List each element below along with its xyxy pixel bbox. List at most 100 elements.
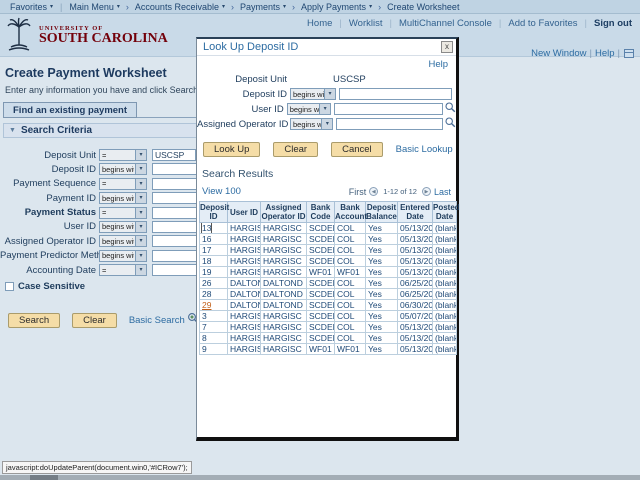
- result-cell[interactable]: DALTOND: [227, 288, 261, 300]
- result-cell[interactable]: WF01: [306, 343, 335, 355]
- result-cell[interactable]: HARGISC: [227, 310, 261, 322]
- result-cell[interactable]: 05/13/2015: [397, 255, 433, 267]
- result-cell[interactable]: WF01: [306, 266, 335, 278]
- result-cell[interactable]: SCDEP: [306, 321, 335, 333]
- basic-search-link[interactable]: Basic Search: [129, 315, 185, 326]
- result-cell[interactable]: HARGISC: [260, 244, 307, 256]
- result-cell[interactable]: Yes: [365, 310, 398, 322]
- result-cell[interactable]: 05/13/2015: [397, 321, 433, 333]
- dropdown-arrow-icon[interactable]: ▾: [135, 207, 146, 218]
- result-cell[interactable]: (blank): [432, 222, 457, 234]
- lookup-magnifier-icon[interactable]: [445, 115, 456, 133]
- dropdown-arrow-icon[interactable]: ▾: [135, 178, 146, 189]
- operator-select[interactable]: begins with▾: [99, 235, 147, 248]
- result-cell[interactable]: Yes: [365, 321, 398, 333]
- breadcrumb-item-apply-payments[interactable]: Apply Payments ▾: [301, 2, 372, 12]
- operator-select[interactable]: = ▾: [99, 149, 147, 161]
- help-link[interactable]: Help: [595, 48, 615, 59]
- breadcrumb-item-accounts-receivable[interactable]: Accounts Receivable ▾: [135, 2, 225, 12]
- deposit-id-link[interactable]: 29: [202, 301, 211, 310]
- result-cell[interactable]: 05/13/2015: [397, 233, 433, 245]
- deposit-id-link[interactable]: 18: [202, 257, 211, 266]
- result-cell[interactable]: HARGISC: [227, 222, 261, 234]
- result-cell[interactable]: Yes: [365, 332, 398, 344]
- result-cell[interactable]: Yes: [365, 288, 398, 300]
- breadcrumb-item-main-menu[interactable]: Main Menu ▾: [69, 2, 120, 12]
- result-cell[interactable]: SCDEP: [306, 277, 335, 289]
- deposit-id-link[interactable]: 7: [202, 323, 207, 332]
- result-cell[interactable]: (blank): [432, 244, 457, 256]
- result-cell[interactable]: 05/13/2015: [397, 343, 433, 355]
- deposit-id-link[interactable]: 8: [202, 334, 207, 343]
- result-cell[interactable]: (blank): [432, 255, 457, 267]
- deposit-id-link[interactable]: 26: [202, 279, 211, 288]
- result-cell[interactable]: Yes: [365, 277, 398, 289]
- dropdown-arrow-icon[interactable]: ▾: [135, 193, 146, 204]
- result-cell[interactable]: HARGISC: [260, 332, 307, 344]
- result-cell[interactable]: HARGISC: [260, 222, 307, 234]
- result-cell[interactable]: (blank): [432, 233, 457, 245]
- result-cell[interactable]: HARGISC: [227, 321, 261, 333]
- result-cell[interactable]: SCDEP: [306, 310, 335, 322]
- result-cell[interactable]: DALTOND: [227, 299, 261, 311]
- result-cell[interactable]: COL: [334, 222, 366, 234]
- header-link-worklist[interactable]: Worklist: [349, 18, 383, 29]
- dropdown-arrow-icon[interactable]: ▾: [135, 236, 146, 247]
- deposit-id-link[interactable]: 19: [202, 268, 211, 277]
- result-cell[interactable]: COL: [334, 310, 366, 322]
- dropdown-arrow-icon[interactable]: ▾: [324, 89, 335, 99]
- result-cell[interactable]: Yes: [365, 343, 398, 355]
- header-link-add-to-favorites[interactable]: Add to Favorites: [508, 18, 577, 29]
- result-cell[interactable]: COL: [334, 244, 366, 256]
- result-cell[interactable]: 06/25/2015: [397, 288, 433, 300]
- field-input[interactable]: USCSP: [152, 149, 196, 161]
- result-cell[interactable]: COL: [334, 288, 366, 300]
- result-cell[interactable]: HARGISC: [227, 332, 261, 344]
- modal-operator-select[interactable]: begins with▾: [290, 118, 334, 130]
- result-cell[interactable]: 05/07/2015: [397, 310, 433, 322]
- result-cell[interactable]: COL: [334, 299, 366, 311]
- search-button[interactable]: Search: [8, 312, 61, 328]
- result-cell[interactable]: COL: [334, 255, 366, 267]
- breadcrumb-item-payments[interactable]: Payments ▾: [240, 2, 286, 12]
- view-100-link[interactable]: View 100: [202, 186, 241, 197]
- dropdown-arrow-icon[interactable]: ▾: [135, 265, 146, 276]
- breadcrumb-item-create-worksheet[interactable]: Create Worksheet: [387, 2, 459, 12]
- page-next-icon[interactable]: ▶: [421, 187, 431, 196]
- new-window-link[interactable]: New Window: [531, 48, 586, 59]
- result-cell[interactable]: SCDEP: [306, 244, 335, 256]
- dropdown-arrow-icon[interactable]: ▾: [319, 104, 331, 114]
- modal-operator-select[interactable]: begins with▾: [290, 88, 336, 100]
- operator-select[interactable]: = ▾: [99, 264, 147, 277]
- operator-select[interactable]: begins with▾: [99, 249, 147, 262]
- result-cell[interactable]: 05/13/2015: [397, 266, 433, 278]
- result-cell[interactable]: WF01: [334, 266, 366, 278]
- breadcrumb-item-favorites[interactable]: Favorites ▾: [10, 2, 53, 12]
- tab-find-existing-payment[interactable]: Find an existing payment: [3, 102, 138, 118]
- result-cell[interactable]: (blank): [432, 266, 457, 278]
- header-link-home[interactable]: Home: [307, 18, 332, 29]
- result-cell[interactable]: HARGISC: [227, 233, 261, 245]
- result-cell[interactable]: Yes: [365, 233, 398, 245]
- header-link-multichannel-console[interactable]: MultiChannel Console: [399, 18, 492, 29]
- modal-help-link[interactable]: Help: [428, 59, 448, 70]
- result-cell[interactable]: HARGISC: [227, 255, 261, 267]
- result-cell[interactable]: COL: [334, 332, 366, 344]
- result-cell[interactable]: (blank): [432, 299, 457, 311]
- deposit-id-link[interactable]: 17: [202, 246, 211, 255]
- result-cell[interactable]: (blank): [432, 277, 457, 289]
- result-cell[interactable]: HARGISC: [227, 343, 261, 355]
- result-cell[interactable]: HARGISC: [260, 343, 307, 355]
- sign-out-link[interactable]: Sign out: [594, 18, 632, 29]
- cancel-button[interactable]: Cancel: [331, 142, 383, 157]
- result-cell[interactable]: HARGISC: [227, 244, 261, 256]
- modal-field-input[interactable]: [339, 88, 452, 100]
- result-cell[interactable]: (blank): [432, 288, 457, 300]
- deposit-id-link[interactable]: 3: [202, 312, 207, 321]
- result-cell[interactable]: DALTOND: [260, 277, 307, 289]
- last-link[interactable]: Last: [434, 187, 451, 197]
- deposit-id-link[interactable]: 16: [202, 235, 211, 244]
- dropdown-arrow-icon[interactable]: ▾: [321, 119, 333, 129]
- deposit-id-link[interactable]: 28: [202, 290, 211, 299]
- result-cell[interactable]: SCDEP: [306, 332, 335, 344]
